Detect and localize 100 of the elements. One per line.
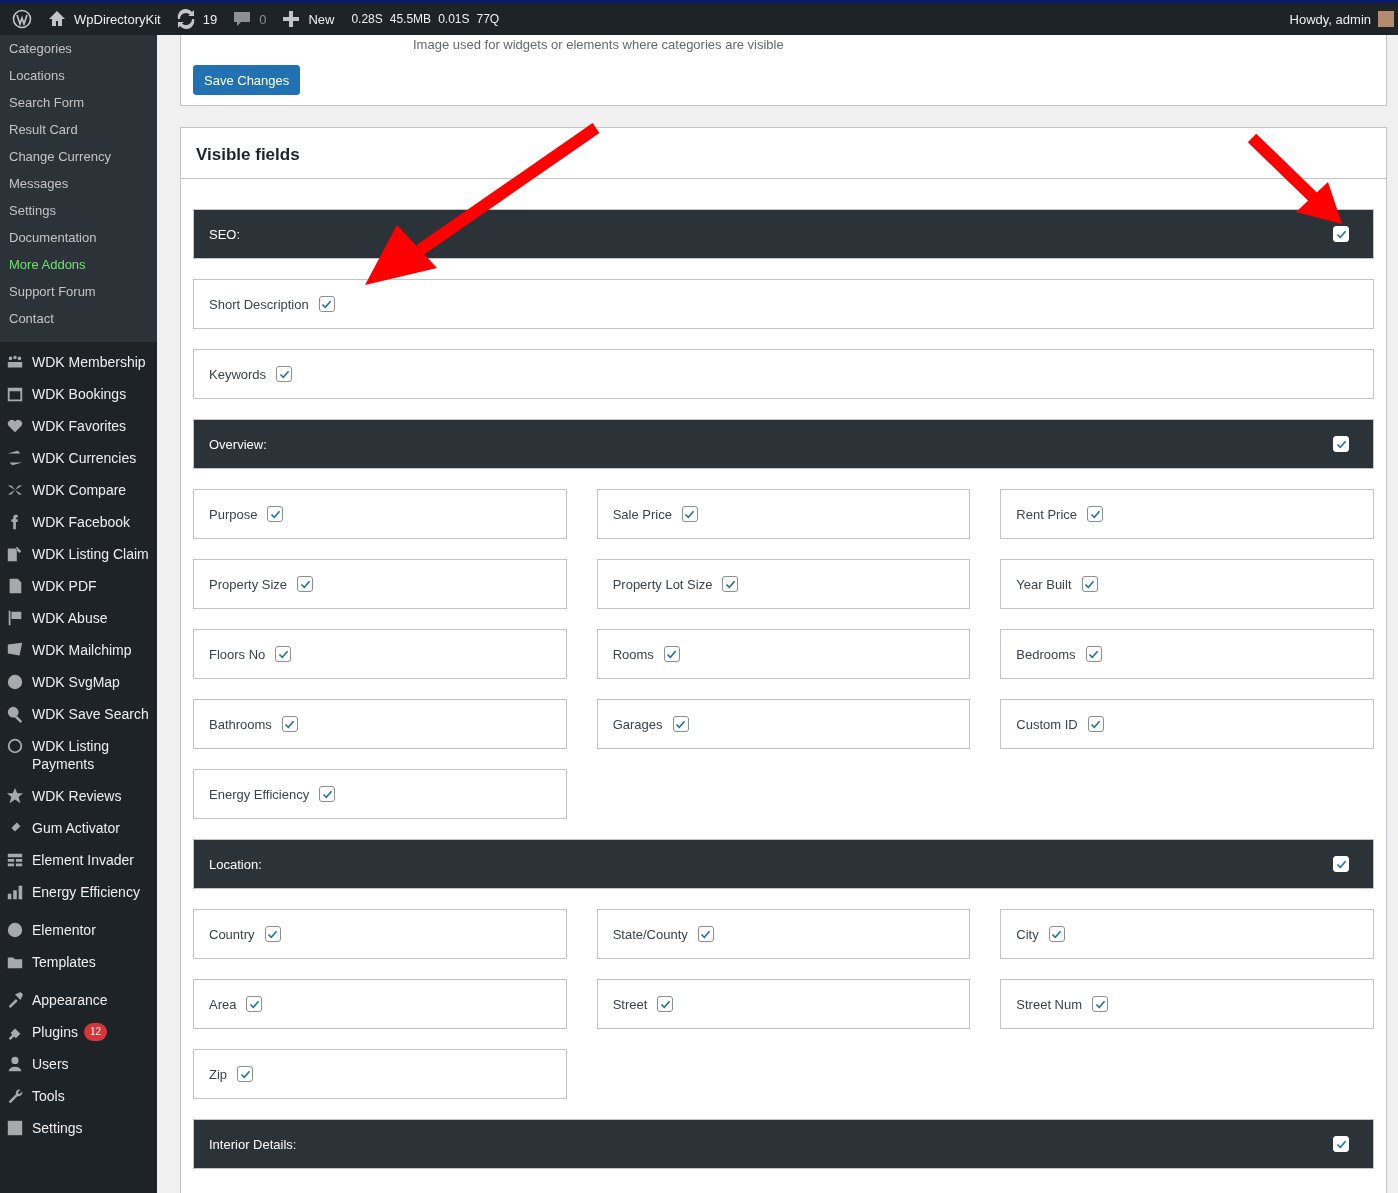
menu-icon[interactable] (6, 883, 24, 901)
menu-icon[interactable] (6, 417, 24, 435)
menu-item[interactable]: WDK Currencies (32, 449, 137, 467)
menu-icon[interactable] (6, 921, 24, 939)
menu-item[interactable]: WDK Favorites (32, 417, 127, 435)
menu-icon[interactable] (6, 705, 24, 723)
menu-icon[interactable] (6, 1119, 24, 1137)
field-label: Floors No (209, 646, 266, 662)
checkbox[interactable] (672, 716, 689, 732)
section-title: Interior Details: (209, 1136, 297, 1152)
submenu-item[interactable]: Locations (0, 62, 157, 89)
menu-icon[interactable] (6, 787, 24, 805)
field-label: Bedrooms (1016, 646, 1076, 662)
field-description: Image used for widgets or elements where categories are visible (413, 36, 785, 53)
menu-item[interactable]: Settings (32, 1119, 83, 1137)
menu-icon[interactable] (6, 737, 24, 755)
field-label: Street (612, 996, 648, 1012)
menu-item[interactable]: WDK Membership (32, 353, 146, 371)
checkbox[interactable] (275, 646, 292, 662)
checkbox[interactable] (722, 576, 739, 592)
checkbox[interactable] (681, 506, 698, 522)
updates-count[interactable]: 19 (202, 11, 218, 27)
checkbox[interactable] (246, 996, 263, 1012)
checkbox[interactable] (697, 926, 714, 942)
checkbox[interactable] (267, 506, 284, 522)
section-title: Overview: (209, 436, 267, 452)
menu-item[interactable]: Energy Efficiency (32, 883, 140, 901)
menu-icon[interactable] (6, 1055, 24, 1073)
save-button[interactable]: Save Changes (193, 65, 301, 95)
new-link[interactable]: New (308, 11, 335, 27)
checkbox[interactable] (1087, 716, 1104, 732)
checkbox[interactable] (281, 716, 298, 732)
menu-icon[interactable] (6, 609, 24, 627)
menu-icon[interactable] (6, 1087, 24, 1105)
menu-item[interactable]: WDK PDF (32, 577, 97, 595)
menu-item[interactable]: Elementor (32, 921, 96, 939)
checkbox[interactable] (663, 646, 680, 662)
checkbox[interactable] (1092, 996, 1109, 1012)
menu-item[interactable]: Tools (32, 1087, 65, 1105)
field-label: Street Num (1016, 996, 1083, 1012)
checkbox[interactable] (276, 366, 293, 382)
count-badge: 12 (83, 1023, 108, 1041)
checkbox[interactable] (1048, 926, 1065, 942)
menu-item[interactable]: WDK SvgMap (32, 673, 120, 691)
home-icon[interactable] (47, 9, 67, 29)
menu-item[interactable]: WDK Facebook (32, 513, 131, 531)
checkbox[interactable] (1081, 576, 1098, 592)
submenu-item[interactable]: Settings (0, 197, 157, 224)
greeting-link[interactable]: Howdy, admin (1289, 11, 1371, 27)
menu-item[interactable]: WDK Compare (32, 481, 127, 499)
menu-item[interactable]: WDK Bookings (32, 385, 127, 403)
submenu-item[interactable]: Search Form (0, 89, 157, 116)
menu-icon[interactable] (6, 851, 24, 869)
menu-icon[interactable] (6, 991, 24, 1009)
section-title: SEO: (209, 226, 241, 242)
submenu-item[interactable]: Contact (0, 305, 157, 332)
checkbox[interactable] (657, 996, 674, 1012)
debug-stat: 0.01S (438, 12, 470, 26)
menu-item[interactable]: WDK Mailchimp (32, 641, 132, 659)
checkbox[interactable] (1085, 646, 1102, 662)
submenu-item[interactable]: Documentation (0, 224, 157, 251)
checkbox[interactable] (1087, 506, 1104, 522)
checkbox[interactable] (319, 786, 336, 802)
menu-icon[interactable] (6, 545, 24, 563)
site-name-link[interactable]: WpDirectoryKit (74, 11, 161, 27)
menu-item[interactable]: WDK Listing Payments (32, 737, 153, 773)
wordpress-logo-icon[interactable] (12, 9, 32, 29)
checkbox[interactable] (297, 576, 314, 592)
checkbox[interactable] (318, 296, 335, 312)
debug-stat: 0.28S (351, 12, 383, 26)
menu-item[interactable]: Users (32, 1055, 69, 1073)
menu-item[interactable]: Element Invader (32, 851, 134, 869)
section-title: Location: (209, 856, 262, 872)
field-label: Short Description (209, 296, 309, 312)
menu-icon[interactable] (6, 673, 24, 691)
menu-item[interactable]: Gum Activator (32, 819, 120, 837)
field-label: Keywords (209, 366, 267, 382)
comments-count[interactable]: 0 (259, 11, 267, 27)
menu-item[interactable]: Plugins (32, 1023, 78, 1041)
plus-icon[interactable] (281, 9, 302, 29)
refresh-icon[interactable] (175, 9, 196, 29)
submenu-item[interactable]: Messages (0, 170, 157, 197)
comment-icon[interactable] (232, 9, 253, 29)
checkbox[interactable] (237, 1066, 254, 1082)
submenu-item[interactable]: More Addons (0, 251, 157, 278)
field-label: Property Lot Size (612, 576, 713, 592)
card-title: Visible fields (181, 128, 1386, 179)
menu-icon[interactable] (6, 385, 24, 403)
menu-item[interactable]: WDK Reviews (32, 787, 122, 805)
submenu-item[interactable]: Result Card (0, 116, 157, 143)
submenu-item[interactable]: Support Forum (0, 278, 157, 305)
checkbox[interactable] (264, 926, 281, 942)
field-label: Purpose (209, 506, 258, 522)
submenu-item[interactable]: Change Currency (0, 143, 157, 170)
menu-item[interactable]: WDK Listing Claim (32, 545, 149, 563)
submenu-item[interactable]: Categories (0, 35, 157, 62)
menu-item[interactable]: WDK Abuse (32, 609, 108, 627)
menu-item[interactable]: Appearance (32, 991, 108, 1009)
menu-item[interactable]: WDK Save Search (32, 705, 149, 723)
menu-item[interactable]: Templates (32, 953, 96, 971)
